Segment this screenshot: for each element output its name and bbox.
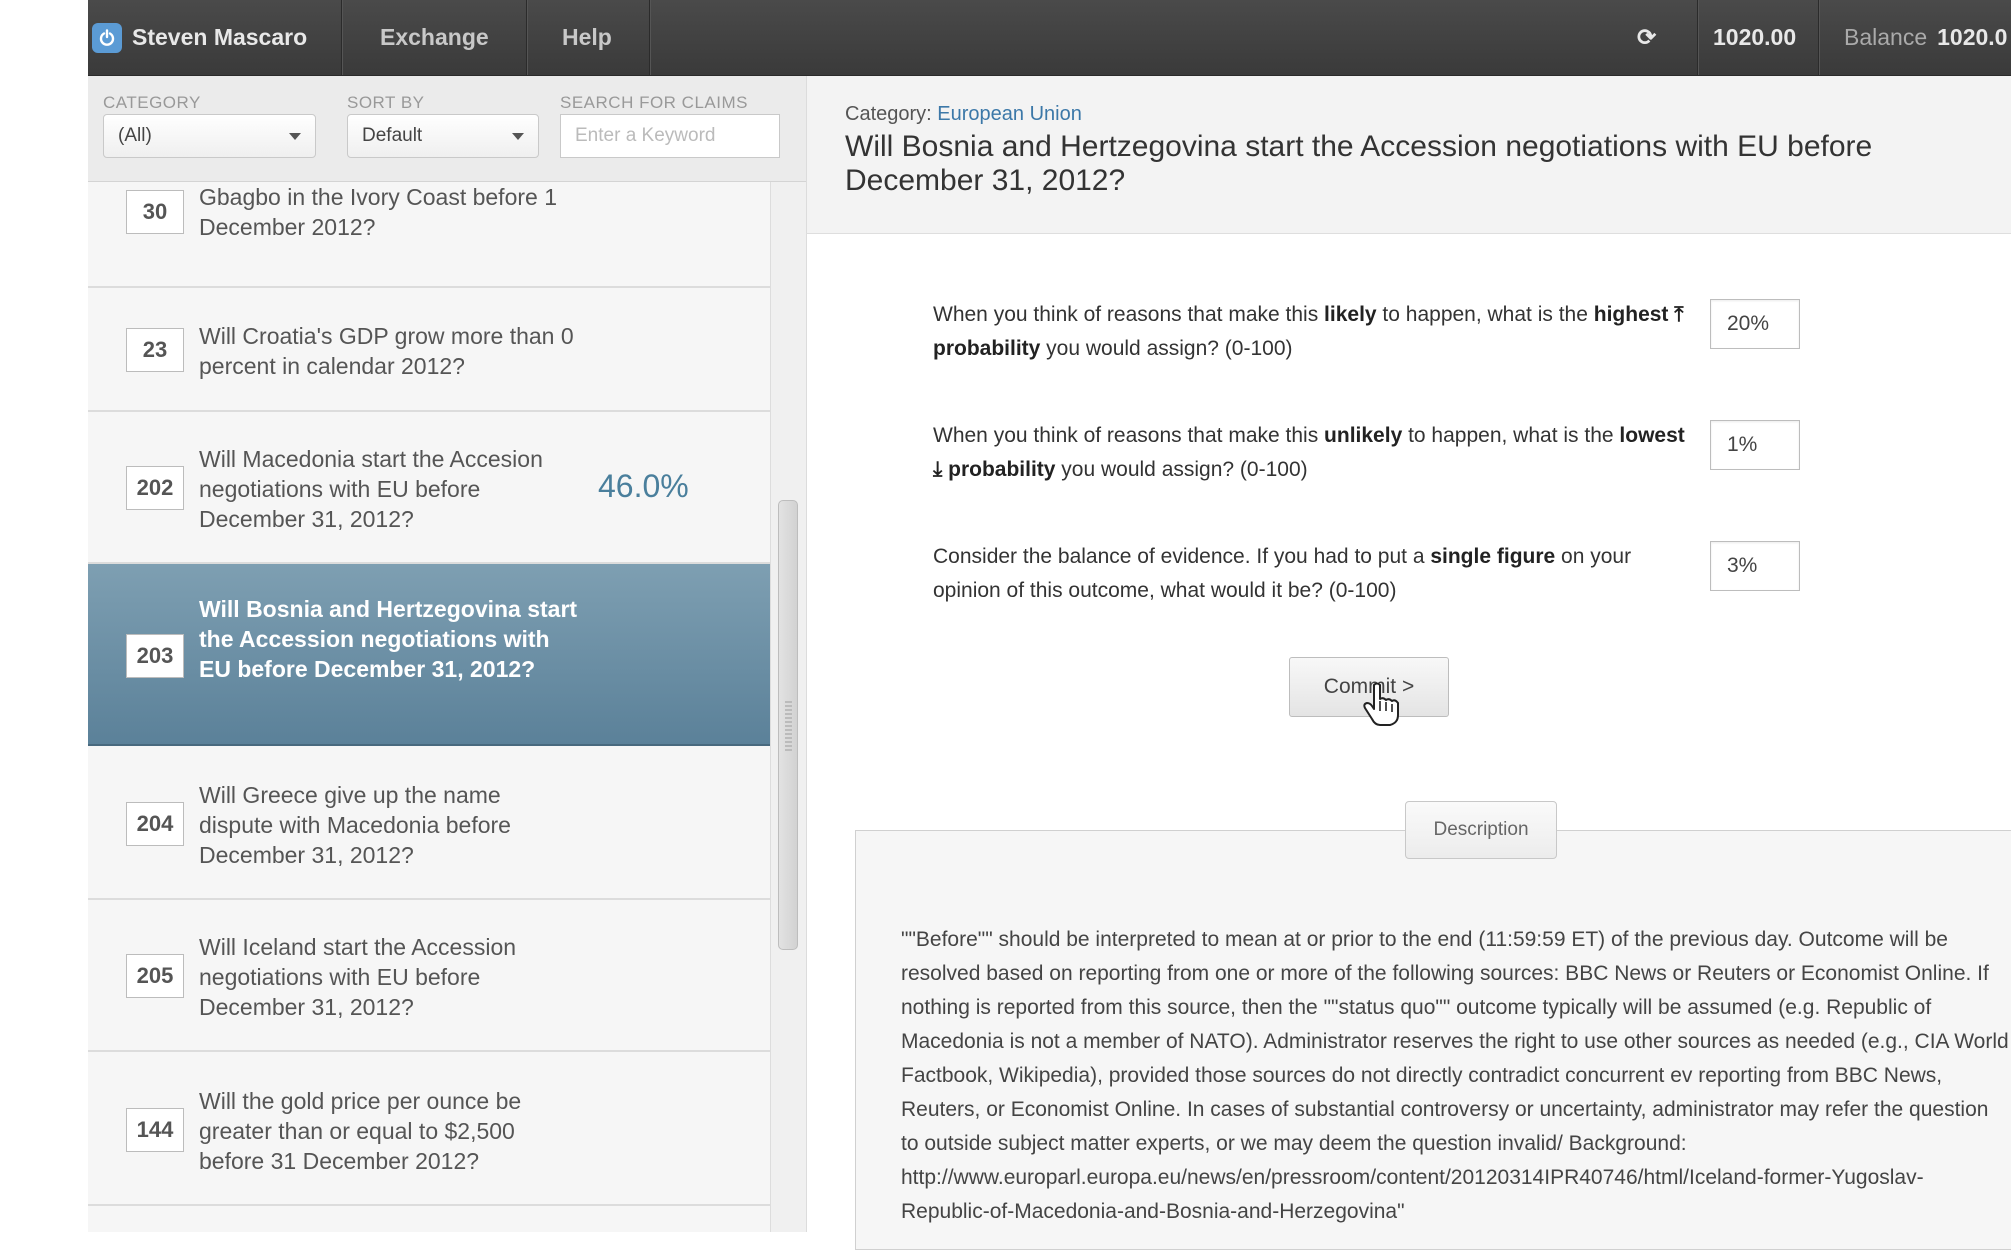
question-text: Will Bosnia and Hertzegovina start the A… (199, 596, 578, 682)
question-id-badge: 144 (126, 1108, 184, 1152)
search-label: SEARCH FOR CLAIMS (560, 93, 748, 112)
top-navigation-bar: Steven Mascaro Exchange Help ⟳ 1020.00 B… (88, 0, 2011, 76)
question-lowest-probability: When you think of reasons that make this… (933, 424, 1685, 481)
question-text: Will Croatia's GDP grow more than 0 perc… (199, 323, 574, 379)
sort-label: SORT BY (347, 93, 425, 112)
power-icon[interactable] (92, 22, 122, 53)
list-item-selected[interactable]: 203 Will Bosnia and Hertzegovina start t… (88, 564, 770, 746)
single-figure-input[interactable] (1710, 541, 1800, 591)
description-tab[interactable]: Description (1405, 801, 1557, 859)
question-text: Will Macedonia start the Accesion negoti… (199, 446, 543, 532)
hand-cursor-icon (1363, 682, 1399, 726)
sync-icon[interactable]: ⟳ (1637, 0, 1656, 75)
nav-exchange[interactable]: Exchange (380, 0, 489, 75)
question-single-figure: Consider the balance of evidence. If you… (933, 545, 1632, 602)
nav-help[interactable]: Help (562, 0, 612, 75)
balance-label: Balance (1844, 24, 1928, 50)
list-item[interactable]: 23 Will Croatia's GDP grow more than 0 p… (88, 288, 770, 412)
category-line: Category: European Union (845, 103, 1082, 126)
question-highest-probability: When you think of reasons that make this… (933, 303, 1684, 360)
question-list: 30 Outtara defeat the forces of Laurent … (88, 182, 770, 1232)
probability-value: 46.0% (598, 468, 689, 504)
question-text: Outtara defeat the forces of Laurent Gba… (199, 184, 557, 240)
question-text: Will the gold price per ounce be greater… (199, 1088, 522, 1174)
chevron-down-icon (512, 133, 524, 140)
category-label: CATEGORY (103, 93, 201, 112)
description-text: ""Before"" should be interpreted to mean… (901, 928, 2009, 1223)
sort-select-value: Default (362, 125, 423, 146)
balance-value: 1020.0 (1937, 24, 2008, 50)
list-item[interactable]: 204 Will Greece give up the name dispute… (88, 746, 770, 900)
question-header: Category: European Union Will Bosnia and… (806, 76, 2011, 234)
question-id-badge: 204 (126, 802, 184, 846)
balance-display: Balance 1020.0 (1844, 0, 2007, 75)
filter-bar: CATEGORY (All) SORT BY Default SEARCH FO… (88, 76, 806, 182)
list-item[interactable]: 205 Will Iceland start the Accession neg… (88, 900, 770, 1052)
list-item[interactable]: 202 Will Macedonia start the Accesion ne… (88, 412, 770, 564)
question-id-badge: 202 (126, 466, 184, 510)
user-name[interactable]: Steven Mascaro (132, 24, 307, 51)
lowest-probability-input[interactable] (1710, 420, 1800, 470)
question-id-badge: 205 (126, 954, 184, 998)
question-id-badge: 203 (126, 634, 184, 678)
question-id-badge: 30 (126, 190, 184, 234)
category-link[interactable]: European Union (937, 103, 1082, 125)
list-item[interactable]: 30 Outtara defeat the forces of Laurent … (88, 182, 770, 288)
question-text: Will Iceland start the Accession negotia… (199, 934, 517, 1020)
highest-probability-input[interactable] (1710, 299, 1800, 349)
user-menu[interactable]: Steven Mascaro (88, 0, 307, 75)
question-title: Will Bosnia and Hertzegovina start the A… (845, 130, 1873, 197)
category-prefix: Category: (845, 103, 932, 125)
sort-select[interactable]: Default (347, 114, 539, 158)
question-text: Will Greece give up the name dispute wit… (199, 782, 511, 868)
points-value: 1020.00 (1713, 24, 1797, 50)
search-input[interactable] (560, 114, 780, 158)
list-item[interactable]: 144 Will the gold price per ounce be gre… (88, 1052, 770, 1206)
scrollbar-thumb[interactable] (778, 500, 798, 950)
category-select-value: (All) (118, 125, 152, 146)
category-select[interactable]: (All) (103, 114, 316, 158)
question-id-badge: 23 (126, 328, 184, 372)
chevron-down-icon (289, 133, 301, 140)
grip-icon (785, 701, 792, 751)
